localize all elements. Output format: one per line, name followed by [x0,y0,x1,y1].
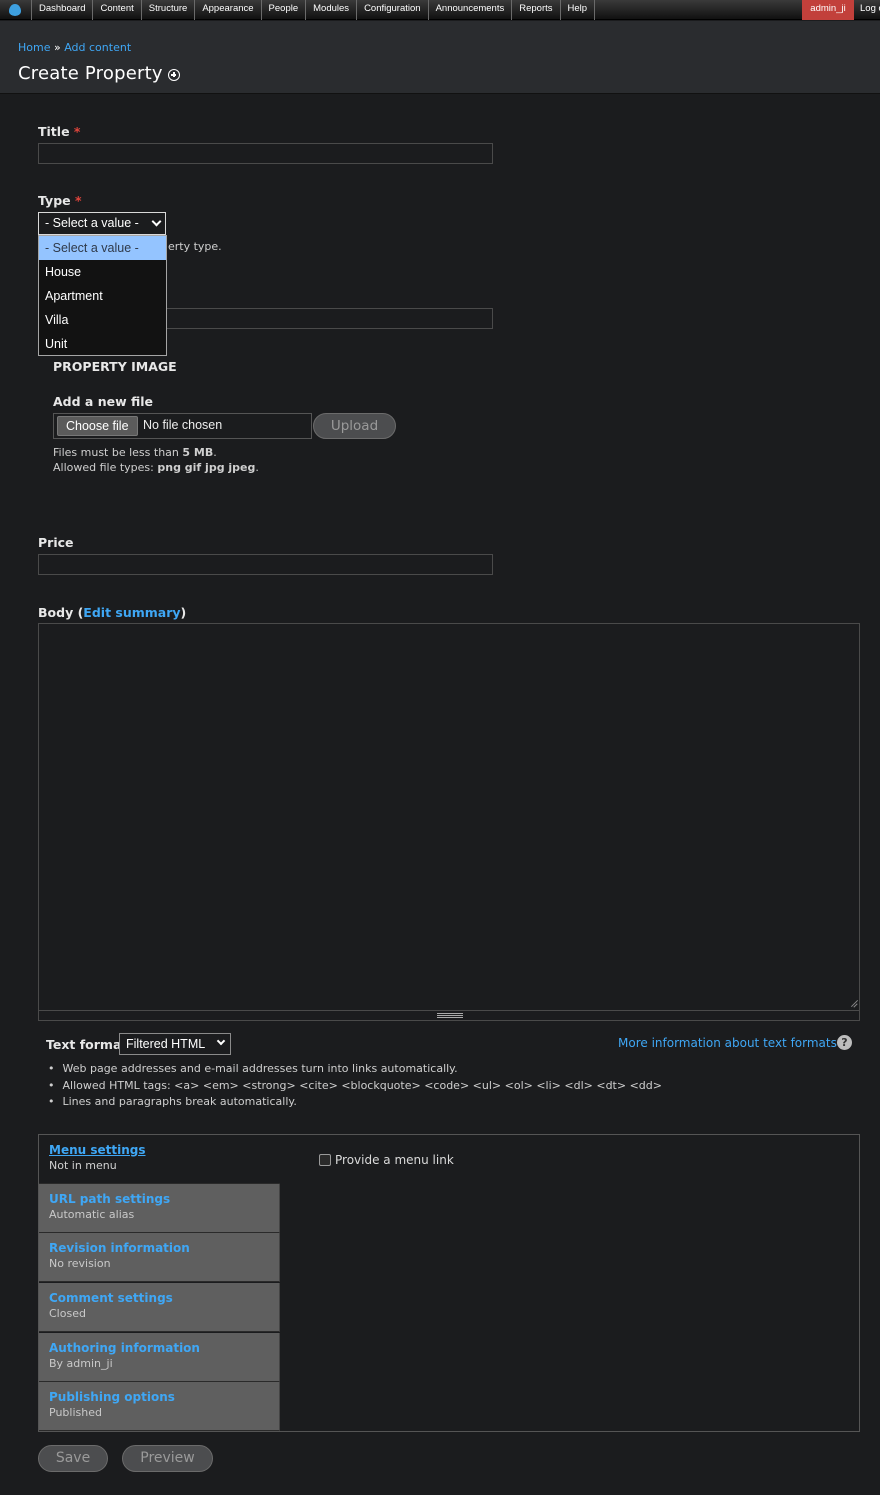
add-file-label: Add a new file [53,394,154,409]
toolbar-appearance[interactable]: Appearance [194,0,260,20]
body-textarea[interactable] [38,623,860,1011]
file-input[interactable]: Choose file No file chosen [53,413,312,439]
title-input[interactable] [38,143,493,164]
file-types-list: png gif jpg jpeg [157,461,256,474]
help-icon[interactable]: ? [837,1035,852,1050]
type-select[interactable]: - Select a value - [38,212,166,235]
add-shortcut-icon[interactable] [168,69,180,81]
toolbar-modules[interactable]: Modules [305,0,356,20]
drupal-home-icon[interactable] [0,0,30,20]
type-option-select[interactable]: - Select a value - [39,236,166,260]
toolbar-people[interactable]: People [260,0,306,20]
chevron-down-icon [216,1036,226,1046]
choose-file-button[interactable]: Choose file [57,416,138,436]
resize-handle-icon[interactable] [850,1000,858,1008]
tab-url-path-settings[interactable]: URL path settings Automatic alias [39,1184,280,1233]
breadcrumb-home[interactable]: Home [18,41,50,54]
tab-title: URL path settings [49,1192,171,1206]
title-label-text: Title [38,124,70,139]
breadcrumb: Home » Add content [18,41,131,54]
text-format-value: Filtered HTML [126,1037,206,1051]
tab-summary: Automatic alias [49,1208,135,1221]
tab-title: Comment settings [49,1291,173,1305]
toolbar-structure[interactable]: Structure [140,0,195,20]
required-mark: * [74,193,82,208]
chevron-down-icon [151,216,162,227]
type-description: erty type. [168,240,222,253]
body-label: Body (Edit summary) [38,605,187,620]
tab-summary: Published [49,1406,102,1419]
tab-summary: No revision [49,1257,111,1270]
edit-summary-link[interactable]: Edit summary [83,605,180,620]
text-format-help-link[interactable]: More information about text formats [618,1036,837,1050]
text-format-label: Text format [46,1037,128,1052]
type-label: Type * [38,193,82,208]
file-types-prefix: Allowed file types: [53,461,154,474]
tab-menu-settings[interactable]: Menu settings Not in menu [39,1135,280,1184]
tab-title: Menu settings [49,1143,146,1157]
toolbar-reports[interactable]: Reports [511,0,559,20]
type-option-apartment[interactable]: Apartment [39,284,166,308]
text-format-tips: Web page addresses and e-mail addresses … [48,1061,662,1111]
toolbar-configuration[interactable]: Configuration [356,0,428,20]
format-tip: Web page addresses and e-mail addresses … [48,1061,662,1078]
upload-button[interactable]: Upload [313,413,396,439]
file-help: Files must be less than 5 MB. Allowed fi… [53,446,259,474]
tab-title: Publishing options [49,1390,175,1404]
tab-summary: Not in menu [49,1159,117,1172]
textarea-grippie[interactable] [38,1011,860,1021]
text-format-select[interactable]: Filtered HTML [119,1033,231,1055]
breadcrumb-add-content[interactable]: Add content [64,41,131,54]
user-account-link[interactable]: admin_ji [802,0,854,20]
page-title: Create Property [18,63,163,84]
toolbar-content[interactable]: Content [92,0,140,20]
page-header: Home » Add content Create Property [0,21,880,94]
save-button[interactable]: Save [38,1445,108,1472]
tab-summary: By admin_ji [49,1357,113,1370]
toolbar-help[interactable]: Help [559,0,596,20]
file-size-prefix: Files must be less than [53,446,179,459]
format-tip: Lines and paragraphs break automatically… [48,1094,662,1111]
price-input[interactable] [38,554,493,575]
title-label: Title * [38,124,80,139]
file-status: No file chosen [143,418,223,432]
type-option-house[interactable]: House [39,260,166,284]
vertical-tabs: Menu settings Not in menu URL path setti… [38,1134,860,1432]
tab-authoring-information[interactable]: Authoring information By admin_ji [39,1333,280,1382]
type-option-villa[interactable]: Villa [39,308,166,332]
toolbar-dashboard[interactable]: Dashboard [31,0,92,20]
body-label-text: Body [38,605,74,620]
tab-title: Revision information [49,1241,190,1255]
type-dropdown-list: - Select a value - House Apartment Villa… [38,235,167,356]
tab-summary: Closed [49,1307,86,1320]
toolbar-menu: Dashboard Content Structure Appearance P… [31,0,596,20]
tab-title: Authoring information [49,1341,200,1355]
type-option-unit[interactable]: Unit [39,332,166,356]
admin-toolbar: Dashboard Content Structure Appearance P… [0,0,880,20]
required-mark: * [73,124,81,139]
preview-button[interactable]: Preview [122,1445,213,1472]
logout-link[interactable]: Log out [860,0,880,20]
provide-menu-link-label[interactable]: Provide a menu link [335,1153,454,1167]
tab-publishing-options[interactable]: Publishing options Published [39,1382,280,1431]
file-size-limit: 5 MB [182,446,214,459]
toolbar-announcements[interactable]: Announcements [427,0,512,20]
breadcrumb-separator: » [53,41,61,54]
provide-menu-link-row[interactable]: Provide a menu link [319,1153,454,1167]
provide-menu-link-checkbox[interactable] [319,1154,331,1166]
type-label-text: Type [38,193,71,208]
format-tip: Allowed HTML tags: <a> <em> <strong> <ci… [48,1078,662,1095]
price-label: Price [38,535,74,550]
tab-revision-information[interactable]: Revision information No revision [39,1233,280,1282]
type-select-value: - Select a value - [45,216,139,230]
tab-comment-settings[interactable]: Comment settings Closed [39,1283,280,1332]
property-image-label: PROPERTY IMAGE [53,359,177,374]
